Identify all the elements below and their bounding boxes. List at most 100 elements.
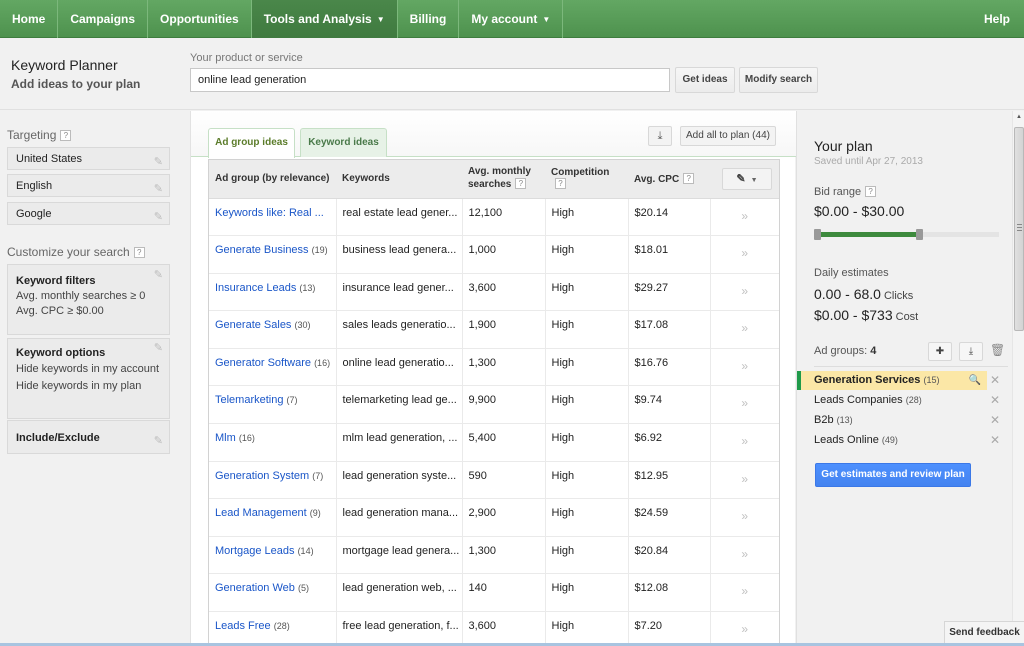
include-exclude-box[interactable]: Include/Exclude ✎ [7, 420, 170, 454]
remove-icon[interactable]: ✕ [990, 413, 1000, 427]
ad-group-link[interactable]: Generation System [215, 470, 309, 482]
slider-handle-max[interactable] [916, 229, 923, 240]
pencil-icon: ✎ [153, 211, 163, 223]
send-feedback-button[interactable]: Send feedback [944, 621, 1024, 643]
ad-group-link[interactable]: Mortgage Leads [215, 545, 295, 557]
trash-icon[interactable]: 🗑 [990, 343, 1005, 357]
nav-campaigns[interactable]: Campaigns [58, 0, 149, 38]
ad-group-link[interactable]: Telemarketing [215, 394, 283, 406]
edit-columns-button[interactable]: ✎ ▼ [722, 167, 772, 190]
help-icon[interactable]: ? [555, 178, 566, 190]
nav-billing[interactable]: Billing [398, 0, 460, 38]
nav-tools-and-analysis[interactable]: Tools and Analysis ▼ [251, 0, 398, 38]
col-cpc[interactable]: Avg. CPC? [628, 160, 710, 199]
bid-range-slider[interactable] [814, 229, 999, 240]
ad-group-count: (7) [286, 395, 298, 406]
plan-ad-group-item[interactable]: B2b (13) [797, 411, 987, 430]
double-chevron-right-icon: » [741, 622, 749, 637]
nav-my-account[interactable]: My account ▼ [459, 0, 564, 38]
add-all-to-plan-button[interactable]: Add all to plan (44) [680, 126, 776, 146]
add-to-plan-button[interactable]: » [710, 235, 779, 274]
add-to-plan-button[interactable]: » [710, 573, 779, 613]
ad-group-cell[interactable]: Insurance Leads (13) [209, 273, 337, 312]
nav-home[interactable]: Home [0, 0, 59, 38]
bid-range-label-text: Bid range [814, 186, 862, 198]
page-scrollbar[interactable]: ▲ [1012, 111, 1024, 646]
add-to-plan-button[interactable]: » [710, 536, 779, 575]
help-icon[interactable]: ? [865, 186, 877, 197]
scrollbar-thumb[interactable] [1014, 127, 1024, 331]
col-keywords[interactable]: Keywords [336, 160, 462, 199]
plan-ad-group-item[interactable]: Generation Services (15) 🔍 [797, 371, 987, 390]
scroll-up-arrow-icon[interactable]: ▲ [1013, 114, 1024, 120]
keyword-filters-box[interactable]: Keyword filters Avg. monthly searches ≥ … [7, 264, 170, 335]
add-to-plan-button[interactable]: » [710, 273, 779, 312]
help-icon[interactable]: ? [60, 130, 72, 141]
add-to-plan-button[interactable]: » [710, 498, 779, 537]
competition-cell: High [545, 198, 629, 237]
add-to-plan-button[interactable]: » [710, 385, 779, 425]
remove-icon[interactable]: ✕ [990, 433, 1000, 447]
targeting-language[interactable]: English ✎ [7, 174, 170, 197]
ad-group-link[interactable]: Lead Management [215, 507, 307, 519]
ad-group-link[interactable]: Mlm [215, 432, 236, 444]
ad-group-cell[interactable]: Leads Free (28) [209, 611, 337, 646]
download-button[interactable]: ⤓ [648, 126, 672, 146]
ad-group-cell[interactable]: Generation Web (5) [209, 573, 337, 613]
add-to-plan-button[interactable]: » [710, 461, 779, 500]
plan-ad-group-item[interactable]: Leads Online (49) [797, 431, 987, 450]
add-to-plan-button[interactable]: » [710, 423, 779, 462]
targeting-location[interactable]: United States ✎ [7, 147, 170, 170]
remove-icon[interactable]: ✕ [990, 373, 1000, 387]
ad-group-cell[interactable]: Mortgage Leads (14) [209, 536, 337, 575]
modify-search-button[interactable]: Modify search [739, 67, 818, 93]
ad-group-link[interactable]: Generate Business [215, 244, 309, 256]
caret-down-icon: ▼ [376, 15, 385, 24]
ad-group-link[interactable]: Keywords like: Real ... [215, 207, 324, 219]
tab-keyword-ideas[interactable]: Keyword ideas [300, 128, 387, 157]
ad-group-cell[interactable]: Mlm (16) [209, 423, 337, 462]
clicks-unit: Clicks [883, 290, 914, 302]
table-row: Insurance Leads (13) insurance lead gener… [209, 273, 779, 312]
get-ideas-button[interactable]: Get ideas [675, 67, 735, 93]
add-to-plan-button[interactable]: » [710, 198, 779, 237]
product-search-input[interactable] [190, 68, 670, 92]
col-searches[interactable]: Avg. monthly searches? [462, 160, 545, 199]
add-ad-group-button[interactable]: ✚ [928, 342, 952, 361]
cpc-cell: $29.27 [628, 273, 711, 312]
search-icon[interactable]: 🔍 [969, 371, 981, 390]
get-estimates-button[interactable]: Get estimates and review plan [815, 463, 971, 487]
help-icon[interactable]: ? [683, 172, 695, 184]
ad-group-cell[interactable]: Generate Sales (30) [209, 310, 337, 349]
ad-group-cell[interactable]: Generate Business (19) [209, 235, 337, 274]
ad-group-cell[interactable]: Generator Software (16) [209, 348, 337, 387]
tab-ad-group-ideas[interactable]: Ad group ideas [208, 128, 295, 158]
ad-group-cell[interactable]: Keywords like: Real ... [209, 198, 337, 237]
ad-group-link[interactable]: Insurance Leads [215, 282, 296, 294]
col-ad-group[interactable]: Ad group (by relevance) [209, 160, 336, 199]
add-to-plan-button[interactable]: » [710, 310, 779, 349]
targeting-network-label: Google [16, 208, 52, 220]
remove-icon[interactable]: ✕ [990, 393, 1000, 407]
ad-group-link[interactable]: Generate Sales [215, 319, 291, 331]
nav-opportunities[interactable]: Opportunities [148, 0, 252, 38]
help-icon[interactable]: ? [515, 178, 527, 190]
keyword-options-box[interactable]: Keyword options Hide keywords in my acco… [7, 338, 170, 419]
col-competition[interactable]: Competition? [545, 160, 628, 199]
slider-handle-min[interactable] [814, 229, 821, 240]
help-icon[interactable]: ? [133, 247, 145, 258]
ad-group-link[interactable]: Generation Web [215, 582, 295, 594]
ad-group-link[interactable]: Generator Software [215, 357, 311, 369]
double-chevron-right-icon: » [741, 509, 749, 524]
ad-group-cell[interactable]: Lead Management (9) [209, 498, 337, 537]
help-link[interactable]: Help [984, 0, 1010, 38]
plan-ad-group-item[interactable]: Leads Companies (28) [797, 391, 987, 410]
add-to-plan-button[interactable]: » [710, 611, 779, 646]
ad-group-link[interactable]: Leads Free [215, 620, 271, 632]
ad-group-cell[interactable]: Telemarketing (7) [209, 385, 337, 425]
add-to-plan-button[interactable]: » [710, 348, 779, 387]
targeting-label: Targeting [7, 128, 57, 142]
download-plan-button[interactable]: ⤓ [959, 342, 983, 361]
targeting-network[interactable]: Google ✎ [7, 202, 170, 225]
ad-group-cell[interactable]: Generation System (7) [209, 461, 337, 500]
